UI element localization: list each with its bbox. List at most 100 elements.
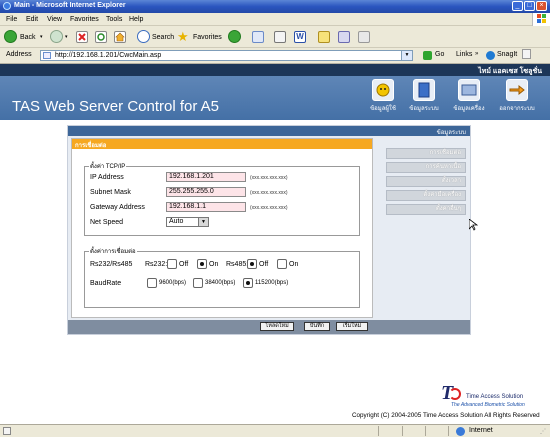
nav-system-info[interactable]: ข้อมูลระบบ <box>405 79 443 117</box>
save-button[interactable]: บันทึก <box>304 322 330 331</box>
address-input[interactable]: http://192.168.1.201/CwcMain.asp ▼ <box>40 50 413 61</box>
forward-icon[interactable] <box>50 30 63 43</box>
panel-header: การเชื่อมต่อ <box>72 139 372 149</box>
baud-115200-label: 115200(bps) <box>255 280 289 286</box>
snagit-capture-icon[interactable] <box>522 49 531 59</box>
snagit-icon[interactable] <box>486 51 495 60</box>
close-icon[interactable]: × <box>536 1 547 11</box>
gateway-address-label: Gateway Address <box>90 204 145 211</box>
back-dropdown-icon[interactable]: ▾ <box>40 34 43 40</box>
connection-panel: การเชื่อมต่อ ตั้งค่า TCP/IP IP Address 1… <box>71 138 373 318</box>
panel-title: การเชื่อมต่อ <box>75 143 107 149</box>
footer-brand: Time Access Solution <box>466 394 524 400</box>
baud-38400-radio[interactable] <box>193 278 203 288</box>
home-icon[interactable] <box>114 31 126 43</box>
messenger-icon[interactable] <box>358 31 370 43</box>
minimize-icon[interactable]: _ <box>512 1 523 11</box>
nav-device-info[interactable]: ข้อมูลเครื่อง <box>450 79 488 117</box>
menu-file[interactable]: File <box>6 16 17 23</box>
rs485-off-radio[interactable] <box>247 259 257 269</box>
status-bar: Internet ⋰ <box>0 424 550 437</box>
snagit-button[interactable]: SnagIt <box>497 51 517 58</box>
mouse-cursor-icon <box>469 219 478 231</box>
button-row: โหลดใหม่ บันทึก เริ่มใหม่ <box>68 320 470 334</box>
mail-icon[interactable] <box>252 31 264 43</box>
baud-115200-radio[interactable] <box>243 278 253 288</box>
window-title: Main - Microsoft Internet Explorer <box>14 2 126 9</box>
footer-copyright: Copyright (C) 2004-2005 Time Access Solu… <box>352 412 540 419</box>
favorites-icon[interactable]: ★ <box>177 29 189 45</box>
go-icon[interactable] <box>423 51 432 60</box>
baud-9600-radio[interactable] <box>147 278 157 288</box>
sidenav-item-connection[interactable]: การเชื่อมต่อ <box>386 148 466 159</box>
favorites-button-label[interactable]: Favorites <box>193 34 222 41</box>
baudrate-label: BaudRate <box>90 280 122 287</box>
rs485-label: Rs485: <box>226 261 249 268</box>
app-title: TAS Web Server Control for A5 <box>12 98 220 115</box>
rs485-off-label: Off <box>259 261 269 268</box>
user-bar: ไทม์ แอคเซส โซลูชั่น <box>0 64 550 76</box>
menu-tools[interactable]: Tools <box>106 16 122 23</box>
links-chevron-icon[interactable]: » <box>475 51 478 57</box>
content-header: ข้อมูลระบบ <box>68 126 470 136</box>
nav-logout[interactable]: ออกจากระบบ <box>498 79 536 117</box>
sidenav-item-other[interactable]: ตั้งค่าอื่นๆ <box>386 204 466 215</box>
rs232-off-radio[interactable] <box>167 259 177 269</box>
windows-logo-icon <box>532 13 550 26</box>
reload-button[interactable]: โหลดใหม่ <box>260 322 294 331</box>
nav-user-info[interactable]: ข้อมูลผู้ใช้ <box>364 79 402 117</box>
search-button-label[interactable]: Search <box>152 34 174 41</box>
page-icon <box>43 52 51 59</box>
system-info-icon <box>413 79 435 101</box>
sidenav-item-time[interactable]: ตั้งเวลา <box>386 176 466 187</box>
go-button[interactable]: Go <box>435 51 444 58</box>
subnet-mask-input[interactable]: 255.255.255.0 <box>166 187 246 197</box>
folder-icon[interactable] <box>318 31 330 43</box>
word-edit-icon[interactable]: W <box>294 31 306 43</box>
net-speed-select[interactable]: Auto ▼ <box>166 217 209 227</box>
history-icon[interactable] <box>228 30 241 43</box>
rs485-on-radio[interactable] <box>277 259 287 269</box>
forward-dropdown-icon[interactable]: ▾ <box>65 34 68 40</box>
print-icon[interactable] <box>274 31 286 43</box>
links-button[interactable]: Links <box>456 51 472 58</box>
page-status-icon <box>3 427 11 435</box>
address-label: Address <box>6 51 32 58</box>
sidenav-item-search[interactable]: การค้นหาเนื้อ <box>386 162 466 173</box>
restart-button[interactable]: เริ่มใหม่ <box>336 322 368 331</box>
rs485-on-label: On <box>289 261 299 268</box>
toolbar: Back ▾ ▾ Search ★ Favorites W <box>0 26 550 48</box>
address-dropdown-icon[interactable]: ▼ <box>401 51 412 60</box>
baud-9600-label: 9600(bps) <box>159 280 187 286</box>
menu-favorites[interactable]: Favorites <box>70 16 99 23</box>
connection-legend: ตั้งค่าการเชื่อมต่อ <box>90 249 136 255</box>
ip-address-input[interactable]: 192.168.1.201 <box>166 172 246 182</box>
refresh-icon[interactable] <box>95 31 107 43</box>
rs232-off-label: Off <box>179 261 189 268</box>
content-area: ข้อมูลระบบ การเชื่อมต่อ ตั้งค่า TCP/IP I… <box>67 125 471 335</box>
rs-label: Rs232/Rs485 <box>90 261 133 268</box>
gateway-address-input[interactable]: 192.168.1.1 <box>166 202 246 212</box>
rs232-on-label: On <box>209 261 219 268</box>
connection-fieldset: ตั้งค่าการเชื่อมต่อ <box>84 246 360 308</box>
back-button-label[interactable]: Back <box>20 34 36 41</box>
menu-bar: File Edit View Favorites Tools Help <box>0 13 550 26</box>
net-speed-value: Auto <box>169 218 184 225</box>
address-url[interactable]: http://192.168.1.201/CwcMain.asp <box>55 52 161 59</box>
resize-grip-icon[interactable]: ⋰ <box>540 428 546 435</box>
sidenav-item-device[interactable]: ตั้งค่ามือเครื่อง <box>386 190 466 201</box>
nav-device-info-label: ข้อมูลเครื่อง <box>453 106 485 112</box>
back-icon[interactable] <box>4 30 17 43</box>
internet-zone-icon <box>456 427 465 436</box>
menu-edit[interactable]: Edit <box>26 16 38 23</box>
rs232-on-radio[interactable] <box>197 259 207 269</box>
menu-view[interactable]: View <box>47 16 62 23</box>
content-header-title: ข้อมูลระบบ <box>436 130 466 136</box>
maximize-icon[interactable]: □ <box>524 1 535 11</box>
menu-help[interactable]: Help <box>129 16 143 23</box>
search-icon[interactable] <box>137 30 150 43</box>
net-speed-dropdown-icon[interactable]: ▼ <box>198 218 208 226</box>
research-icon[interactable] <box>338 31 350 43</box>
stop-icon[interactable] <box>76 31 88 43</box>
ip-address-label: IP Address <box>90 174 124 181</box>
